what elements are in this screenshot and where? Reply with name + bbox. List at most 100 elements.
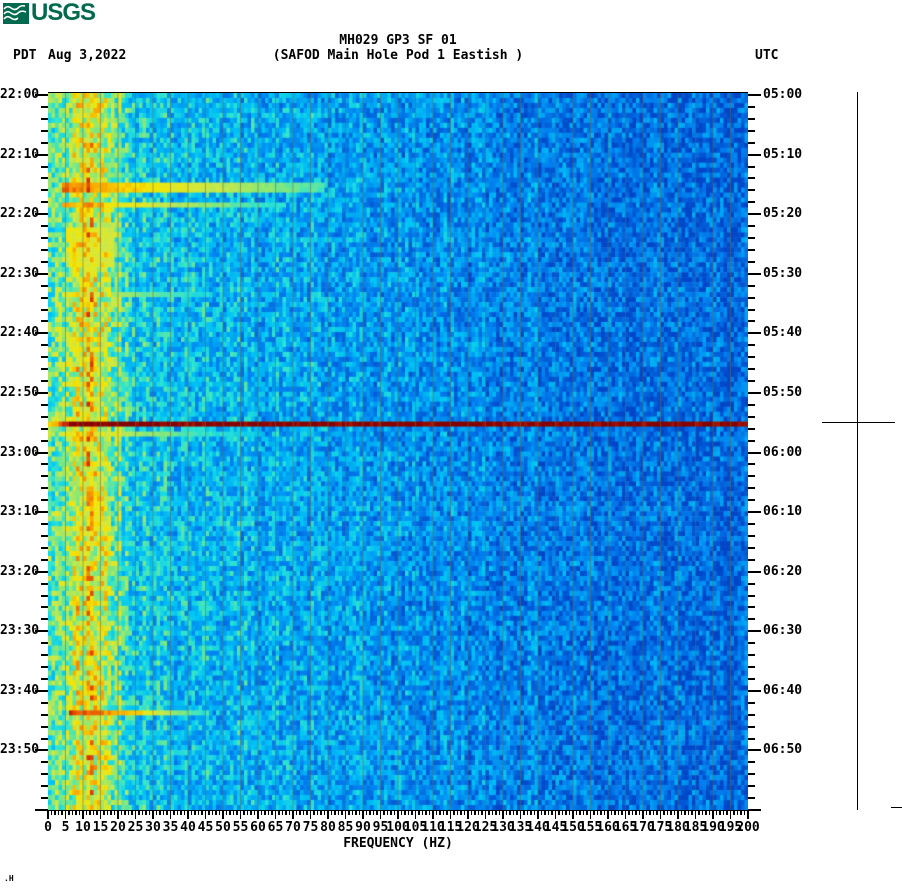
freq-tick [369, 810, 371, 815]
time-tick [748, 666, 755, 668]
freq-tick [533, 810, 536, 815]
time-tick [41, 582, 48, 585]
freq-tick [456, 810, 459, 815]
corner-mark: .H [4, 874, 14, 883]
freq-tick [586, 810, 588, 815]
time-tick-label-right: 05:40 [763, 325, 803, 341]
freq-tick [162, 810, 165, 815]
freq-tick [708, 810, 711, 815]
usgs-logo: USGS [3, 0, 96, 26]
time-tick [41, 534, 48, 537]
freq-tick [684, 810, 686, 815]
time-tick [41, 320, 48, 323]
time-tick-label-right: 05:30 [763, 265, 803, 281]
freq-tick [512, 810, 515, 815]
time-tick [748, 296, 755, 299]
time-tick [41, 666, 48, 668]
freq-tick [425, 810, 427, 815]
freq-tick [96, 810, 98, 815]
freq-tick [635, 810, 637, 815]
freq-tick [428, 810, 431, 815]
freq-tick [460, 810, 462, 815]
freq-tick [99, 810, 102, 819]
freq-tick [225, 810, 228, 815]
time-tick [41, 618, 48, 621]
freq-tick [474, 810, 476, 815]
freq-tick [117, 810, 119, 819]
time-tick [748, 773, 755, 776]
time-tick [41, 415, 48, 418]
time-tick [748, 141, 755, 144]
time-tick [748, 677, 755, 680]
time-tick [748, 487, 755, 490]
freq-tick [194, 810, 196, 815]
freq-tick [159, 810, 161, 815]
time-tick [41, 606, 48, 609]
time-tick [748, 749, 761, 752]
freq-tick [330, 810, 333, 815]
freq-tick [561, 810, 564, 815]
freq-tick [670, 810, 672, 815]
time-tick [748, 701, 755, 704]
time-tick [41, 237, 48, 239]
usgs-logo-text: USGS [31, 0, 96, 26]
freq-tick [743, 810, 746, 815]
freq-tick [736, 810, 739, 815]
freq-tick [82, 810, 84, 819]
time-tick [41, 761, 48, 764]
freq-tick [103, 810, 105, 815]
freq-tick [134, 810, 137, 819]
freq-tick [215, 810, 217, 815]
time-tick [748, 272, 761, 275]
freq-tick [383, 810, 385, 815]
time-tick-label-left: 23:00 [0, 444, 40, 460]
freq-tick [232, 810, 235, 815]
time-tick [748, 630, 761, 633]
time-tick [748, 654, 755, 657]
time-tick-label-left: 23:20 [0, 563, 40, 579]
freq-tick [68, 810, 70, 815]
time-tick [748, 284, 755, 287]
freq-tick [491, 810, 494, 815]
freq-tick [554, 810, 557, 819]
time-tick [41, 463, 48, 466]
bottom-right-dash [891, 807, 902, 808]
freq-tick [603, 810, 606, 815]
time-tick [748, 797, 755, 800]
time-tick [748, 737, 755, 740]
freq-tick [666, 810, 669, 815]
time-tick [748, 570, 761, 573]
spectrogram-page: USGS MH029 GP3 SF 01 (SAFOD Main Hole Po… [0, 0, 902, 893]
freq-tick [208, 810, 210, 815]
time-tick [748, 403, 755, 406]
time-tick [748, 117, 755, 120]
freq-tick [267, 810, 270, 815]
time-tick-label-right: 05:50 [763, 384, 803, 400]
timezone-left-label: PDT [13, 48, 37, 63]
time-tick [41, 737, 48, 740]
freq-tick [530, 810, 532, 815]
freq-tick [295, 810, 298, 815]
freq-tick [327, 810, 329, 819]
time-tick [41, 773, 48, 776]
freq-tick [309, 810, 312, 819]
freq-tick [719, 810, 721, 815]
time-tick [41, 117, 48, 120]
time-tick [748, 511, 761, 514]
freq-tick [358, 810, 361, 815]
time-tick [41, 439, 48, 442]
freq-tick [701, 810, 704, 815]
time-tick [748, 380, 755, 382]
freq-tick [274, 810, 277, 819]
freq-tick [250, 810, 252, 815]
freq-tick [505, 810, 508, 815]
time-tick [748, 761, 755, 764]
time-tick [748, 582, 755, 585]
freq-tick [211, 810, 214, 815]
time-tick [41, 129, 48, 132]
time-tick [41, 284, 48, 287]
freq-tick [712, 810, 714, 819]
freq-tick [414, 810, 417, 819]
time-tick [748, 439, 755, 442]
freq-tick [54, 810, 56, 815]
